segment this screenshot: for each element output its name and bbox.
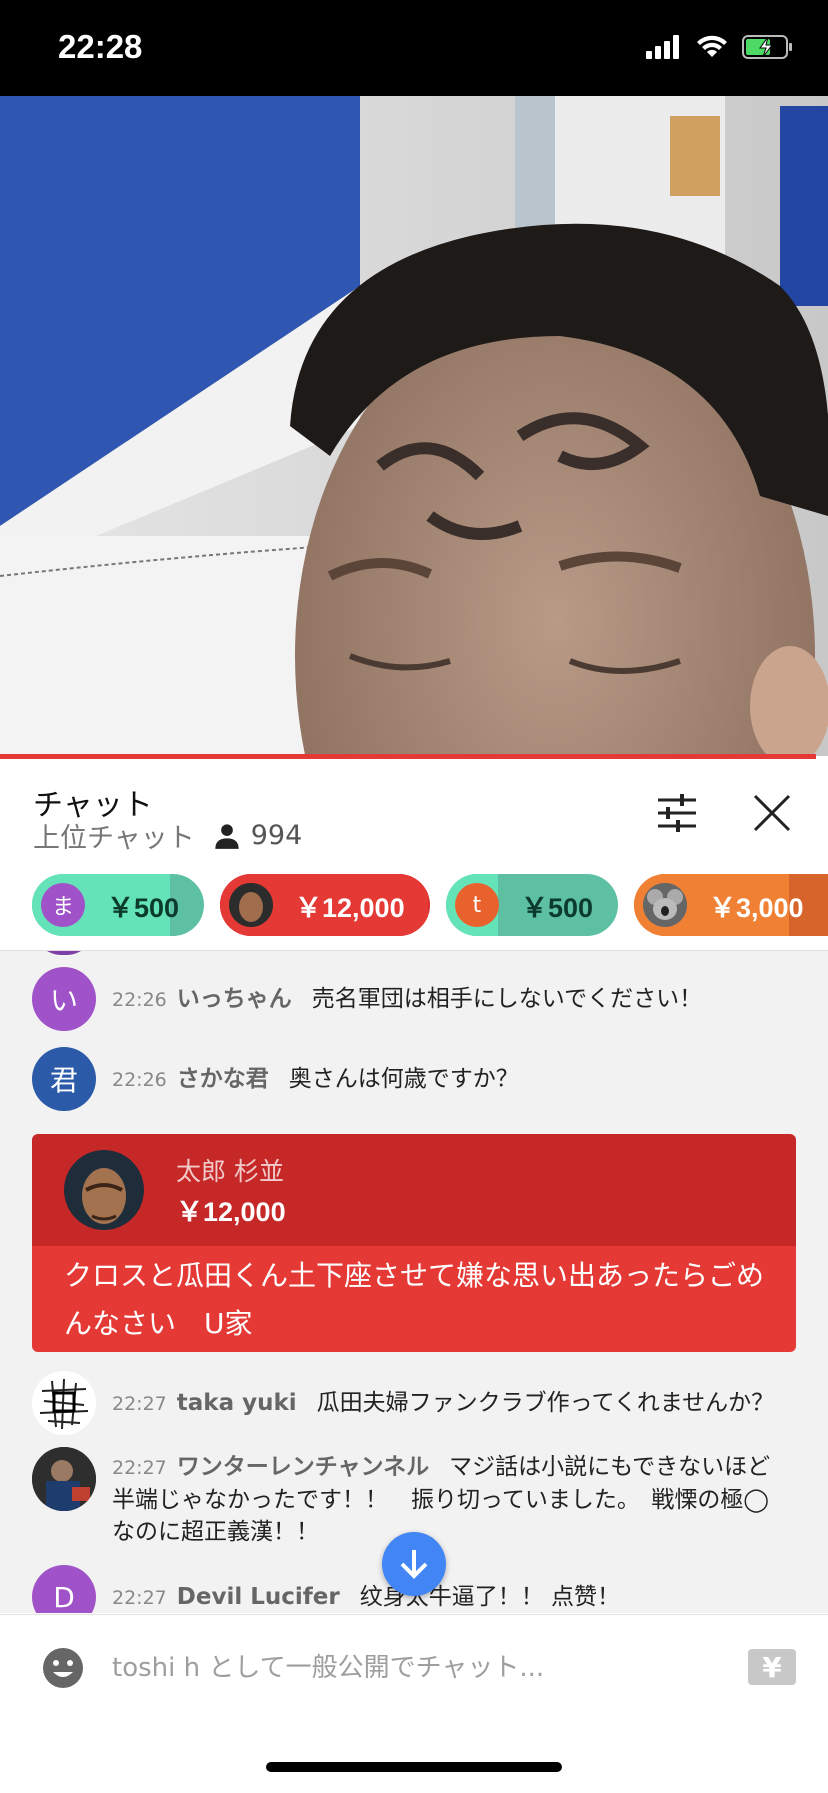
super-chat-avatar — [64, 1150, 144, 1230]
status-icons — [646, 34, 794, 60]
message-time: 22:26 — [112, 989, 167, 1011]
ticker-1[interactable]: ￥12,000 — [220, 874, 430, 936]
message-text: 瓜田夫婦ファンクラブ作ってくれませんか？ — [316, 1390, 775, 1416]
message-time: 22:27 — [112, 1457, 167, 1479]
partial-avatar — [32, 951, 96, 955]
close-icon[interactable] — [749, 790, 795, 836]
super-chat-amount: ￥12,000 — [176, 1197, 286, 1227]
battery-charging-icon — [742, 35, 792, 59]
author-avatar — [32, 1371, 96, 1435]
message-time: 22:27 — [112, 1393, 167, 1415]
status-bar: 22:28 — [0, 0, 828, 96]
status-time: 22:28 — [58, 28, 143, 65]
author-avatar: い — [32, 967, 96, 1031]
message-time: 22:27 — [112, 1587, 167, 1609]
ticker-1-avatar — [229, 883, 273, 927]
ticker-3[interactable]: ￥3,000 — [634, 874, 828, 936]
arrow-down-icon — [400, 1550, 428, 1579]
super-chat-tickers: ま ￥500 ￥12,000 t ￥500 ￥3,000 — [0, 856, 828, 951]
super-chat-header: 太郎 杉並 ￥12,000 — [32, 1134, 796, 1246]
ticker-0[interactable]: ま ￥500 — [32, 874, 204, 936]
ticker-2-avatar: t — [455, 883, 499, 927]
video-progress-bar[interactable] — [0, 754, 816, 759]
scroll-to-latest-button[interactable] — [382, 1532, 446, 1596]
author-avatar: 君 — [32, 1047, 96, 1111]
message-author: ワンターレンチャンネル — [176, 1454, 430, 1480]
message-time: 22:26 — [112, 1069, 167, 1091]
ticker-2[interactable]: t ￥500 — [446, 874, 618, 936]
signal-icon — [646, 35, 679, 59]
video-frame — [0, 96, 828, 756]
home-indicator — [266, 1762, 562, 1772]
chat-message-list[interactable]: い 22:26 いっちゃん 売名軍団は相手にしないでください！ 君 22:26 さかな… — [0, 951, 828, 1613]
viewer-count: 994 — [250, 820, 303, 851]
chat-message-0: い 22:26 いっちゃん 売名軍団は相手にしないでください！ — [32, 967, 808, 1031]
ticker-2-amount: ￥500 — [521, 892, 594, 923]
message-text: 奥さんは何歳ですか？ — [288, 1066, 519, 1092]
wifi-icon — [697, 35, 727, 57]
video-player[interactable] — [0, 96, 828, 756]
chat-input[interactable] — [112, 1645, 712, 1691]
filter-sliders-icon[interactable] — [654, 790, 700, 836]
ticker-0-amount: ￥500 — [107, 892, 180, 923]
super-chat-text: クロスと瓜田くん土下座させて嫌な思い出あったらごめんなさい U家 — [32, 1246, 796, 1352]
message-author: taka yuki — [176, 1390, 297, 1416]
message-text: 売名軍団は相手にしないでください！ — [311, 986, 703, 1012]
message-author: いっちゃん — [176, 986, 292, 1012]
message-author: Devil Lucifer — [176, 1584, 340, 1610]
author-avatar — [32, 1447, 96, 1511]
ticker-0-avatar: ま — [41, 883, 85, 927]
chat-message-2: 22:27 taka yuki 瓜田夫婦ファンクラブ作ってくれませんか？ — [32, 1371, 808, 1435]
chat-mode-label: 上位チャット — [33, 823, 195, 854]
chat-message-1: 君 22:26 さかな君 奥さんは何歳ですか？ — [32, 1047, 808, 1111]
emoji-icon[interactable] — [42, 1647, 84, 1689]
chat-mode-selector[interactable]: 上位チャット 994 — [33, 816, 302, 855]
person-icon — [215, 823, 239, 849]
ticker-3-amount: ￥3,000 — [709, 892, 804, 923]
message-author: さかな君 — [176, 1066, 269, 1092]
author-avatar: D — [32, 1565, 96, 1613]
ticker-3-avatar — [643, 883, 687, 927]
super-chat-message: 太郎 杉並 ￥12,000 クロスと瓜田くん土下座させて嫌な思い出あったらごめん… — [32, 1134, 796, 1352]
ticker-1-amount: ￥12,000 — [295, 892, 405, 923]
yen-icon[interactable]: ¥ — [748, 1649, 796, 1685]
super-chat-author: 太郎 杉並 — [176, 1157, 284, 1186]
chat-header: チャット 上位チャット 994 — [0, 760, 828, 855]
